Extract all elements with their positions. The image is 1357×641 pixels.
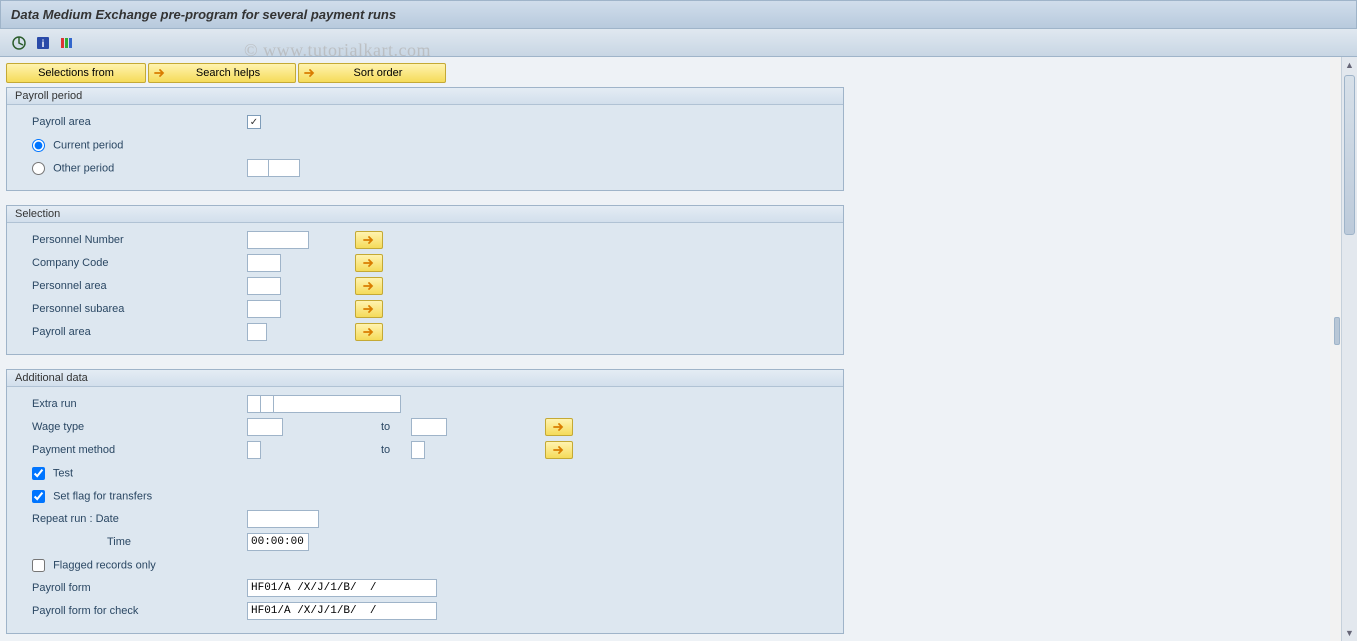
wage-type-to-field[interactable] — [411, 418, 447, 436]
payroll-form-field[interactable] — [247, 579, 437, 597]
flagged-only-row[interactable]: Flagged records only — [17, 559, 247, 572]
arrow-right-icon — [303, 66, 317, 80]
extra-run-label: Extra run — [17, 398, 247, 410]
scrollbar-track[interactable] — [1344, 75, 1355, 623]
button-label: Selections from — [38, 67, 114, 79]
payroll-area-label: Payroll area — [17, 326, 247, 338]
test-label: Test — [53, 467, 73, 479]
payroll-area-value-help[interactable]: ✓ — [247, 115, 261, 129]
flagged-only-label: Flagged records only — [53, 559, 156, 571]
personnel-subarea-field[interactable] — [247, 300, 281, 318]
multiple-selection-button[interactable] — [545, 418, 573, 436]
arrow-right-icon — [153, 66, 167, 80]
personnel-subarea-label: Personnel subarea — [17, 303, 247, 315]
personnel-number-label: Personnel Number — [17, 234, 247, 246]
info-icon[interactable]: i — [34, 34, 52, 52]
extra-run-field3[interactable] — [273, 395, 401, 413]
color-bars-icon[interactable] — [58, 34, 76, 52]
other-period-field1[interactable] — [247, 159, 269, 177]
extra-run-field1[interactable] — [247, 395, 261, 413]
other-period-field2[interactable] — [268, 159, 300, 177]
company-code-field[interactable] — [247, 254, 281, 272]
to-label: to — [381, 421, 411, 433]
panel-header: Payroll period — [7, 88, 843, 105]
content-area: Selections from Search helps Sort order … — [0, 57, 1357, 641]
selection-panel: Selection Personnel Number Company Code — [6, 205, 844, 355]
payroll-form-check-field[interactable] — [247, 602, 437, 620]
other-period-radio-row[interactable]: Other period — [17, 162, 247, 175]
personnel-number-field[interactable] — [247, 231, 309, 249]
personnel-area-label: Personnel area — [17, 280, 247, 292]
current-period-radio-row[interactable]: Current period — [17, 139, 247, 152]
sort-order-button[interactable]: Sort order — [298, 63, 446, 83]
multiple-selection-button[interactable] — [545, 441, 573, 459]
flagged-only-checkbox[interactable] — [32, 559, 45, 572]
time-field[interactable] — [247, 533, 309, 551]
vertical-scrollbar[interactable]: ▲ ▼ — [1341, 57, 1357, 641]
selections-from-button[interactable]: Selections from — [6, 63, 146, 83]
payroll-form-label: Payroll form — [17, 582, 247, 594]
page-title: Data Medium Exchange pre-program for sev… — [0, 0, 1357, 29]
payment-method-from-field[interactable] — [247, 441, 261, 459]
other-period-radio[interactable] — [32, 162, 45, 175]
scrollbar-thumb[interactable] — [1344, 75, 1355, 235]
other-period-label: Other period — [53, 162, 114, 174]
panel-header: Additional data — [7, 370, 843, 387]
payment-method-to-field[interactable] — [411, 441, 425, 459]
repeat-run-label: Repeat run : Date — [17, 513, 247, 525]
multiple-selection-button[interactable] — [355, 300, 383, 318]
multiple-selection-button[interactable] — [355, 231, 383, 249]
company-code-label: Company Code — [17, 257, 247, 269]
wage-type-from-field[interactable] — [247, 418, 283, 436]
current-period-label: Current period — [53, 139, 123, 151]
wage-type-label: Wage type — [17, 421, 247, 433]
set-flag-label: Set flag for transfers — [53, 490, 152, 502]
repeat-run-date-field[interactable] — [247, 510, 319, 528]
current-period-radio[interactable] — [32, 139, 45, 152]
svg-text:i: i — [42, 39, 45, 50]
search-helps-button[interactable]: Search helps — [148, 63, 296, 83]
title-text: Data Medium Exchange pre-program for sev… — [11, 7, 396, 22]
scroll-up-icon[interactable]: ▲ — [1342, 57, 1357, 73]
payroll-form-check-label: Payroll form for check — [17, 605, 247, 617]
multiple-selection-button[interactable] — [355, 277, 383, 295]
multiple-selection-button[interactable] — [355, 254, 383, 272]
additional-data-panel: Additional data Extra run Wage type to — [6, 369, 844, 634]
main-toolbar: i — [0, 29, 1357, 57]
to-label: to — [381, 444, 411, 456]
panel-header: Selection — [7, 206, 843, 223]
multiple-selection-button[interactable] — [355, 323, 383, 341]
execute-icon[interactable] — [10, 34, 28, 52]
button-label: Search helps — [187, 67, 287, 79]
button-label: Sort order — [337, 67, 437, 79]
set-flag-checkbox[interactable] — [32, 490, 45, 503]
time-label: Time — [17, 536, 247, 548]
payroll-period-panel: Payroll period Payroll area ✓ Current pe… — [6, 87, 844, 191]
payroll-area-field[interactable] — [247, 323, 267, 341]
set-flag-row[interactable]: Set flag for transfers — [17, 490, 247, 503]
payment-method-label: Payment method — [17, 444, 247, 456]
scroll-down-icon[interactable]: ▼ — [1342, 625, 1357, 641]
test-checkbox[interactable] — [32, 467, 45, 480]
top-button-row: Selections from Search helps Sort order — [6, 63, 1324, 83]
payroll-area-label: Payroll area — [17, 116, 247, 128]
personnel-area-field[interactable] — [247, 277, 281, 295]
test-row[interactable]: Test — [17, 467, 247, 480]
secondary-scrollbar-marker — [1334, 317, 1340, 345]
extra-run-field2[interactable] — [260, 395, 274, 413]
